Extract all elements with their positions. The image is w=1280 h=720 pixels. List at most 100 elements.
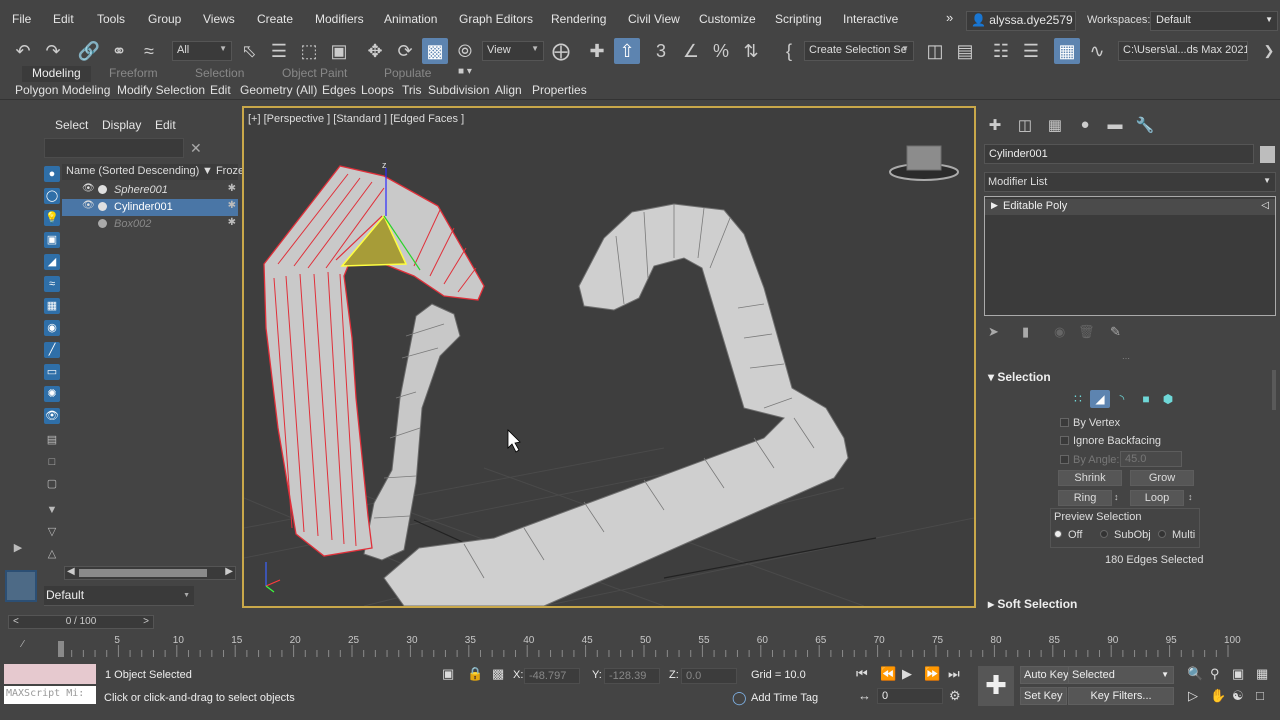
panel-tris[interactable]: Tris <box>402 83 422 97</box>
orbit-icon[interactable]: ☯ <box>1232 688 1244 704</box>
set-key-big-button[interactable]: ✚ <box>978 666 1014 706</box>
display-space-warps-icon[interactable]: ≈ <box>44 276 60 292</box>
filter-icon[interactable]: ▼ <box>44 502 60 518</box>
current-frame-field[interactable]: 0 <box>877 688 943 704</box>
configure-sets-icon[interactable]: ✎ <box>1110 324 1121 340</box>
selection-filter-dropdown[interactable]: All ▼ <box>172 41 232 61</box>
make-unique-icon[interactable]: ◉ <box>1054 324 1065 340</box>
menu-create[interactable]: Create <box>257 12 293 26</box>
close-icon[interactable]: ✕ <box>190 140 202 157</box>
border-mode-icon[interactable]: ◝ <box>1112 390 1132 408</box>
explorer-row[interactable]: Box002 ✱ <box>62 216 238 233</box>
layer-color-swatch[interactable] <box>5 570 37 602</box>
freeze-icon[interactable]: ✱ <box>228 200 236 211</box>
show-end-result-icon[interactable]: ▮ <box>1022 324 1029 340</box>
menu-overflow-icon[interactable]: » <box>946 10 953 25</box>
zoom-all-icon[interactable]: ⚲ <box>1210 666 1220 682</box>
explorer-menu-edit[interactable]: Edit <box>155 118 176 132</box>
ignore-backfacing-checkbox[interactable]: Ignore Backfacing <box>1060 435 1161 447</box>
menu-edit[interactable]: Edit <box>53 12 74 26</box>
placement-icon[interactable]: ⦾ <box>452 38 478 64</box>
display-geometry-icon[interactable]: ● <box>44 166 60 182</box>
track-bar[interactable]: ∕ 5 10 15 20 25 30 35 40 45 50 55 60 65 70 75 80 85 90 95 1… <box>0 633 1280 661</box>
display-cameras-icon[interactable]: ▣ <box>44 232 60 248</box>
x-coordinate-field[interactable]: -48.797 <box>524 668 580 684</box>
stack-item-editable-poly[interactable]: ▶ Editable Poly ◁ <box>985 199 1275 215</box>
toggle-scene-explorer-icon[interactable]: ☷ <box>988 38 1014 64</box>
display-tab-icon[interactable]: ▬ <box>1104 116 1126 136</box>
curve-editor-icon[interactable]: ∿ <box>1084 38 1110 64</box>
next-frame-icon[interactable]: > <box>143 616 149 627</box>
cylinder001-mesh[interactable]: z <box>263 160 485 557</box>
by-angle-checkbox[interactable]: By Angle: <box>1060 454 1119 466</box>
snaps-toggle-icon[interactable]: 3 <box>648 38 674 64</box>
ring-button[interactable]: Ring <box>1058 490 1112 506</box>
menu-tools[interactable]: Tools <box>97 12 125 26</box>
named-selection-dropdown[interactable]: Create Selection Se ▼ <box>804 41 914 61</box>
auto-key-button[interactable]: Auto Key <box>1020 666 1073 684</box>
project-path-field[interactable]: C:\Users\al...ds Max 2021 <box>1118 41 1248 61</box>
selection-lock-icon[interactable]: 🔒 <box>467 666 483 682</box>
scroll-right-icon[interactable]: ▶ <box>225 566 233 577</box>
select-manipulate-icon[interactable]: ✚ <box>584 38 610 64</box>
y-coordinate-field[interactable]: -128.39 <box>604 668 660 684</box>
display-none-icon[interactable]: □ <box>44 454 60 470</box>
edge-mode-icon[interactable]: ◢ <box>1090 390 1110 408</box>
next-frame-icon[interactable]: ⏩ <box>924 666 940 682</box>
pin-stack-icon[interactable]: ➤ <box>988 324 999 340</box>
panel-polygon-modeling[interactable]: Polygon Modeling <box>15 83 110 97</box>
panel-edges[interactable]: Edges <box>322 83 356 97</box>
tab-object-paint[interactable]: Object Paint <box>282 66 347 80</box>
perspective-viewport[interactable]: [+] [Perspective ] [Standard ] [Edged Fa… <box>242 106 976 608</box>
key-selection-dropdown[interactable]: Selected ▼ <box>1068 666 1174 684</box>
display-groups-icon[interactable]: ▦ <box>44 298 60 314</box>
undo-icon[interactable]: ↶ <box>10 38 36 64</box>
redo-icon[interactable]: ↷ <box>40 38 66 64</box>
user-account-dropdown[interactable]: 👤 alyssa.dye2579 <box>966 11 1076 31</box>
remove-modifier-icon[interactable]: 🗑 <box>1078 324 1095 340</box>
unlink-icon[interactable]: ⚭ <box>106 38 132 64</box>
zoom-icon[interactable]: 🔍 <box>1187 666 1203 682</box>
create-tab-icon[interactable]: ✚ <box>984 116 1006 136</box>
current-layer-dropdown[interactable]: Default ▼ <box>44 586 194 606</box>
explorer-column-header[interactable]: Name (Sorted Descending) ▼ Frozen <box>62 164 250 180</box>
object-name-field[interactable]: Cylinder001 <box>984 144 1254 164</box>
eye-icon[interactable]: 👁 <box>82 183 95 194</box>
keyboard-shortcut-override-icon[interactable]: ⇧ <box>614 38 640 64</box>
play-icon[interactable]: ▶ <box>902 666 912 682</box>
panel-align[interactable]: Align <box>495 83 522 97</box>
display-all-icon[interactable]: ▤ <box>44 432 60 448</box>
by-vertex-checkbox[interactable]: By Vertex <box>1060 417 1120 429</box>
panel-properties[interactable]: Properties <box>532 83 587 97</box>
panel-edit[interactable]: Edit <box>210 83 231 97</box>
maxscript-listener[interactable]: MAXScript Mi: <box>4 664 96 704</box>
tab-populate[interactable]: Populate <box>384 66 431 80</box>
hierarchy-tab-icon[interactable]: ▦ <box>1044 116 1066 136</box>
display-particles-icon[interactable]: ✺ <box>44 386 60 402</box>
rectangular-selection-icon[interactable]: ⬚ <box>296 38 322 64</box>
menu-modifiers[interactable]: Modifiers <box>315 12 364 26</box>
display-bones-icon[interactable]: ╱ <box>44 342 60 358</box>
loop-button[interactable]: Loop <box>1130 490 1184 506</box>
move-icon[interactable]: ✥ <box>362 38 388 64</box>
display-lights-icon[interactable]: 💡 <box>44 210 60 226</box>
display-invert-icon[interactable]: ▢ <box>44 476 60 492</box>
isolate-selection-icon[interactable]: ▣ <box>442 666 454 682</box>
time-tag-icon[interactable]: ◯ <box>732 690 747 706</box>
expand-arrow-icon[interactable]: ▶ <box>10 540 26 556</box>
viewport-label[interactable]: [+] [Perspective ] [Standard ] [Edged Fa… <box>248 113 464 125</box>
display-helpers-icon[interactable]: ◢ <box>44 254 60 270</box>
explorer-menu-display[interactable]: Display <box>102 118 141 132</box>
set-key-button[interactable]: Set Key <box>1020 687 1067 705</box>
object-color-swatch[interactable] <box>1260 146 1275 163</box>
freeze-icon[interactable]: ✱ <box>228 217 236 228</box>
freeze-icon[interactable]: ✱ <box>228 183 236 194</box>
spinner-snap-icon[interactable]: ⇅ <box>738 38 764 64</box>
eye-icon[interactable]: 👁 <box>82 200 95 211</box>
time-slider-bar[interactable]: < 0 / 100 > <box>8 615 154 629</box>
display-xrefs-icon[interactable]: ◉ <box>44 320 60 336</box>
menu-graph-editors[interactable]: Graph Editors <box>459 12 533 26</box>
preview-off-radio[interactable]: Off <box>1054 529 1082 541</box>
time-configuration-icon[interactable]: ⚙ <box>949 688 961 704</box>
polygon-mode-icon[interactable]: ■ <box>1136 390 1156 408</box>
